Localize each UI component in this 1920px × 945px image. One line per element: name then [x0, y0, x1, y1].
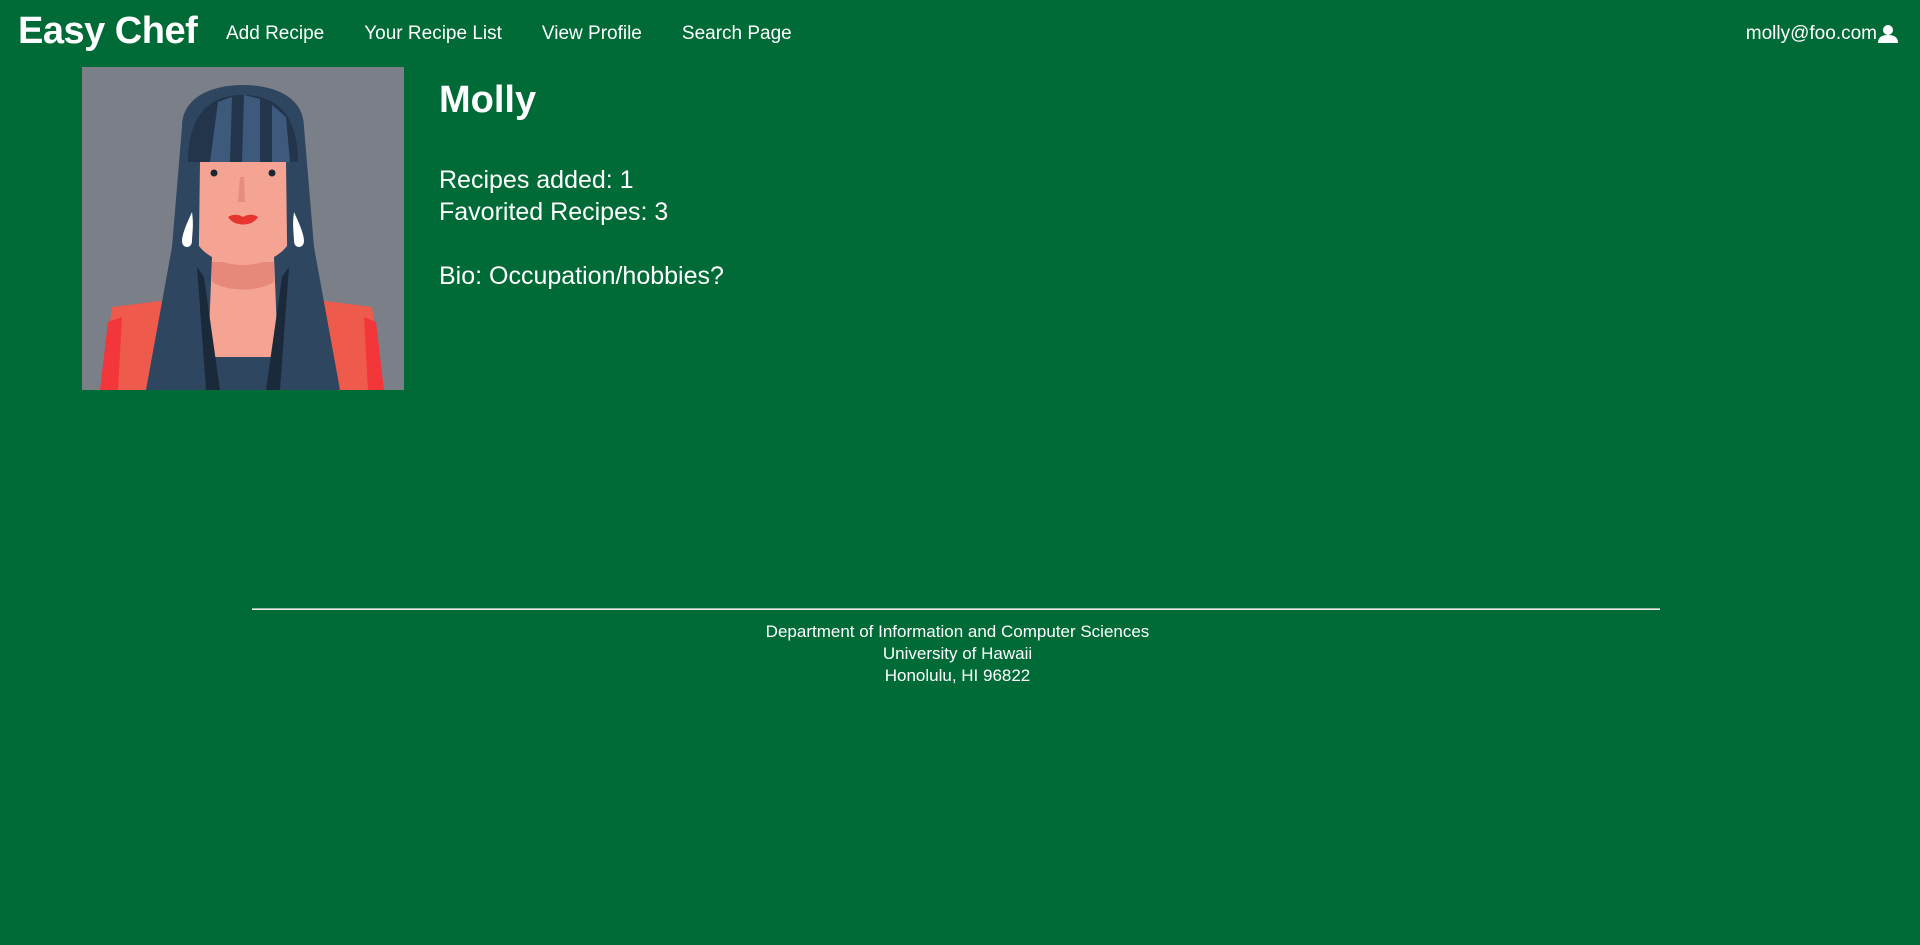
navbar: Easy Chef Add Recipe Your Recipe List Vi…	[0, 0, 1920, 66]
nav-add-recipe[interactable]: Add Recipe	[226, 20, 324, 48]
footer: Department of Information and Computer S…	[0, 621, 1915, 687]
user-icon	[1878, 25, 1898, 43]
nav-links: Add Recipe Your Recipe List View Profile…	[226, 20, 832, 48]
recipes-added-stat: Recipes added: 1	[439, 166, 634, 194]
profile-stats: Recipes added: 1 Favorited Recipes: 3	[439, 164, 724, 228]
brand-logo[interactable]: Easy Chef	[18, 8, 198, 54]
footer-university: University of Hawaii	[882, 644, 1033, 663]
profile-bio: Bio: Occupation/hobbies?	[439, 262, 724, 290]
footer-divider	[252, 608, 1660, 610]
nav-view-profile[interactable]: View Profile	[542, 20, 642, 48]
user-menu[interactable]: molly@foo.com	[1746, 20, 1898, 48]
footer-department: Department of Information and Computer S…	[765, 622, 1150, 641]
woman-avatar-icon	[82, 67, 404, 390]
profile-avatar	[82, 67, 404, 390]
favorited-recipes-stat: Favorited Recipes: 3	[439, 198, 669, 226]
footer-address: Honolulu, HI 96822	[884, 666, 1031, 685]
nav-your-recipe-list[interactable]: Your Recipe List	[364, 20, 502, 48]
nav-search-page[interactable]: Search Page	[682, 20, 792, 48]
user-email: molly@foo.com	[1745, 23, 1877, 44]
profile-info: Molly Recipes added: 1 Favorited Recipes…	[439, 76, 724, 292]
profile-name: Molly	[439, 79, 537, 121]
